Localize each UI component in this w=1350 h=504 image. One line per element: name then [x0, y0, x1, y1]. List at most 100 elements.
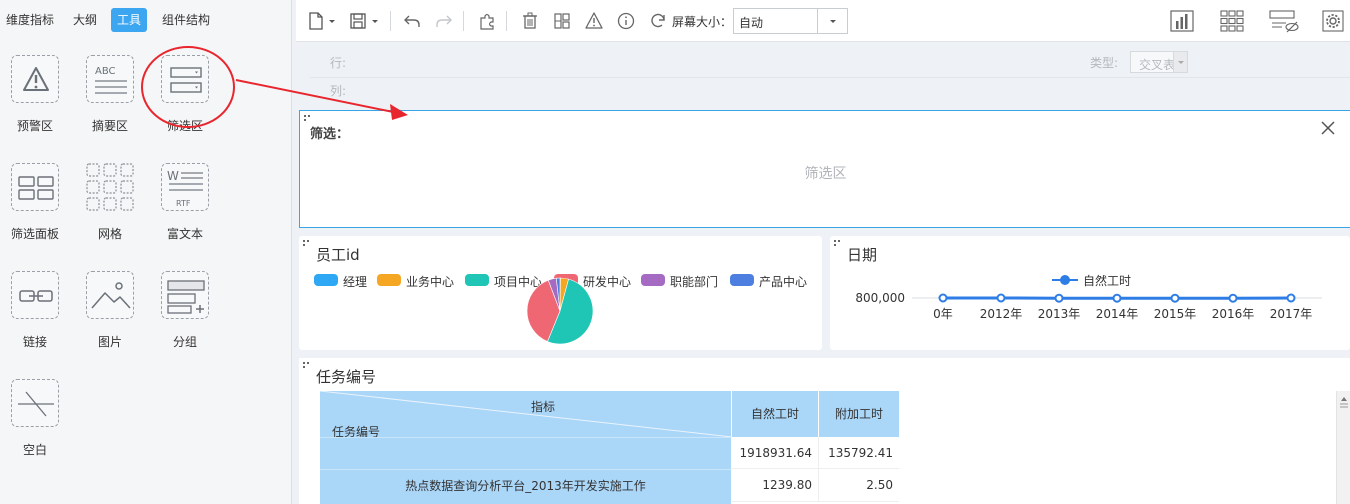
tool-blank[interactable]: 空白	[0, 379, 76, 465]
tab-tools[interactable]: 工具	[111, 8, 148, 32]
tool-summary-area[interactable]: ABC 摘要区	[75, 55, 151, 141]
svg-text:ABC: ABC	[95, 66, 116, 77]
tool-filter-area[interactable]: 筛选区	[150, 55, 226, 141]
tool-label: 链接	[22, 335, 47, 349]
svg-text:RTF: RTF	[176, 199, 191, 208]
undo-icon[interactable]	[402, 11, 422, 31]
hide-component-icon[interactable]	[1268, 9, 1300, 33]
data-point[interactable]	[1286, 293, 1296, 303]
tab-outline[interactable]: 大纲	[67, 8, 103, 32]
top-toolbar: 屏幕大小： 自动	[296, 0, 1350, 42]
x-tick-label: 2013年	[1038, 307, 1081, 321]
row-header: 热点数据查询分析平台_2013年开发实施工作	[320, 469, 732, 502]
tool-group[interactable]: 分组	[150, 271, 226, 357]
row-header	[320, 437, 732, 469]
filter-placeholder: 筛选区	[804, 166, 847, 182]
new-file-icon[interactable]	[306, 11, 326, 31]
blank-icon	[11, 379, 59, 427]
layout-icon[interactable]	[552, 11, 572, 31]
separator	[463, 11, 464, 31]
chart-icon[interactable]	[1169, 9, 1195, 33]
tool-label: 分组	[172, 335, 197, 349]
tool-label: 筛选区	[166, 119, 203, 133]
close-icon[interactable]	[1320, 120, 1336, 136]
vertical-scrollbar[interactable]	[1336, 391, 1350, 504]
line-chart: 800,000 自然工时 0年 2012年 2013年 2014年 2015年 2016年 20…	[855, 273, 1322, 321]
table-cell: 1918931.64	[732, 437, 819, 469]
data-point[interactable]	[1170, 293, 1180, 303]
image-icon	[86, 271, 134, 319]
filter-widget[interactable]: 筛选： 筛选区	[299, 110, 1350, 228]
legend-label[interactable]: 自然工时	[1083, 273, 1131, 288]
divider	[310, 77, 1350, 78]
svg-text:W: W	[167, 169, 179, 183]
data-point[interactable]	[1054, 293, 1064, 303]
grid-layout-icon[interactable]	[1219, 9, 1245, 33]
warning-icon[interactable]	[584, 11, 604, 31]
tool-label: 网格	[97, 227, 122, 241]
filter-area-icon	[161, 55, 209, 103]
plugin-icon[interactable]	[477, 11, 497, 31]
tool-rich-text[interactable]: W RTF 富文本	[150, 163, 226, 249]
refresh-icon[interactable]	[648, 11, 668, 31]
table-cell: 135792.41	[819, 437, 899, 469]
table-cell: 2.50	[819, 469, 899, 502]
pie-chart	[526, 277, 594, 345]
data-point[interactable]	[938, 293, 948, 303]
x-tick-label: 2017年	[1270, 307, 1313, 321]
table-corner-header: 指标 任务编号	[320, 391, 732, 439]
table-cell: 1239.80	[732, 469, 819, 502]
save-dropdown-icon[interactable]	[369, 11, 381, 31]
info-icon[interactable]	[616, 11, 636, 31]
corner-diagonal	[320, 391, 732, 437]
filter-panel-icon	[11, 163, 59, 211]
column-header[interactable]: 附加工时	[819, 391, 899, 437]
save-icon[interactable]	[348, 11, 368, 31]
drag-handle-icon[interactable]	[303, 362, 311, 370]
legend-marker	[1060, 275, 1070, 285]
tab-dimension-metrics[interactable]: 维度指标	[0, 8, 60, 32]
separator	[506, 11, 507, 31]
x-tick-label: 2015年	[1154, 307, 1197, 321]
chevron-down-icon[interactable]	[817, 9, 847, 33]
type-value: 交叉表	[1139, 58, 1176, 72]
tool-label: 摘要区	[91, 119, 128, 133]
tool-link[interactable]: 链接	[0, 271, 76, 357]
link-icon	[11, 271, 59, 319]
tool-filter-panel[interactable]: 筛选面板	[0, 163, 76, 249]
employee-pie-widget[interactable]: 员工id 经理 业务中心 项目中心 研发中心 职能部门 产品中心	[299, 236, 822, 350]
screen-size-value: 自动	[739, 16, 764, 30]
component-panel: 维度指标 大纲 工具 组件结构 预警区 ABC 摘要区 筛选区 筛选面板 网格	[0, 0, 292, 504]
new-dropdown-icon[interactable]	[326, 11, 338, 31]
corner-top-label: 指标	[531, 400, 556, 414]
redo-icon[interactable]	[434, 11, 454, 31]
row-label: 行:	[330, 56, 347, 70]
tool-warning-area[interactable]: 预警区	[0, 55, 76, 141]
data-point[interactable]	[1112, 293, 1122, 303]
task-table-widget[interactable]: 任务编号 指标 任务编号 自然工时 附加工时 1918931.64 135792…	[299, 358, 1350, 504]
rich-text-icon: W RTF	[161, 163, 209, 211]
warning-icon	[11, 55, 59, 103]
column-header[interactable]: 自然工时	[732, 391, 819, 437]
scroll-up-icon[interactable]	[1337, 391, 1350, 411]
drag-handle-icon[interactable]	[304, 115, 312, 123]
grid-icon	[86, 163, 134, 211]
date-line-widget[interactable]: 日期 800,000 自然工时 0年 2012年 2013年 2014年 2015年 2016…	[830, 236, 1350, 350]
y-tick-label: 800,000	[855, 291, 905, 305]
chevron-down-icon[interactable]	[1173, 52, 1187, 72]
tab-component-structure[interactable]: 组件结构	[156, 8, 216, 32]
screen-size-select[interactable]: 自动	[733, 8, 848, 34]
settings-icon[interactable]	[1320, 9, 1346, 33]
column-label: 列:	[330, 84, 347, 98]
type-select[interactable]: 交叉表	[1130, 51, 1188, 73]
tool-grid[interactable]: 网格	[75, 163, 151, 249]
tool-image[interactable]: 图片	[75, 271, 151, 357]
separator	[390, 11, 391, 31]
delete-icon[interactable]	[520, 11, 540, 31]
x-tick-label: 2012年	[980, 307, 1023, 321]
data-point[interactable]	[1228, 293, 1238, 303]
data-point[interactable]	[996, 293, 1006, 303]
group-icon	[161, 271, 209, 319]
x-tick-label: 2014年	[1096, 307, 1139, 321]
filter-title: 筛选：	[310, 127, 350, 142]
